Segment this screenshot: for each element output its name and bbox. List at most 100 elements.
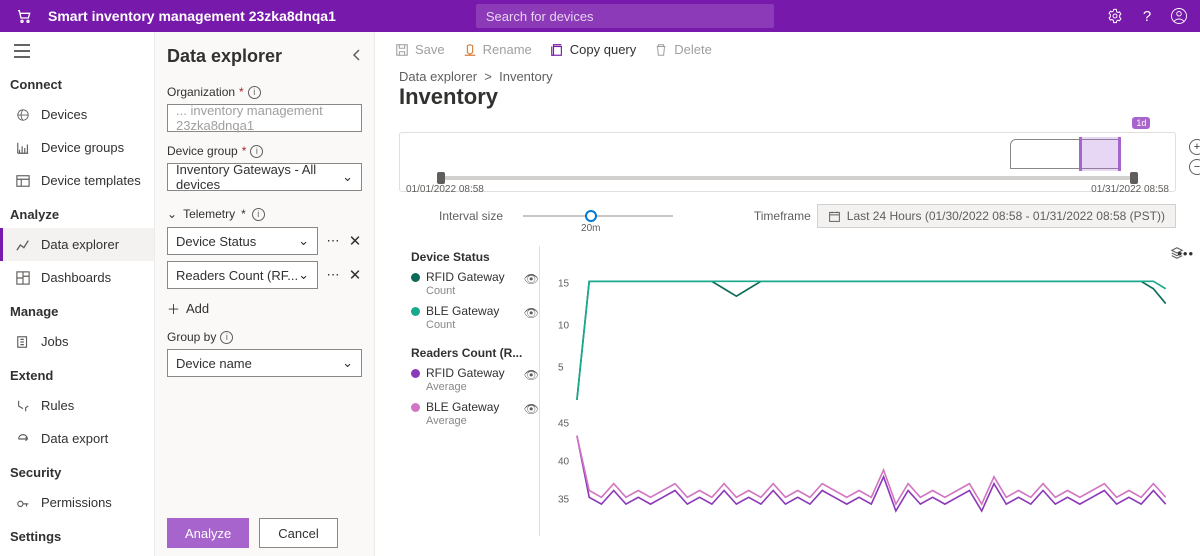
legend-item[interactable]: RFID GatewayCount👁 [411,270,539,298]
chart-plot: ••• 15 10 5 45 40 35 [539,246,1176,536]
interval-slider[interactable]: 20m [523,209,673,223]
telemetry-select-2[interactable]: Readers Count (RF...⌄ [167,261,318,289]
page-title: Inventory [375,84,1200,120]
overview-start: 01/01/2022 08:58 [406,184,484,195]
collapse-panel-icon[interactable] [348,46,366,64]
timeframe-label: Timeframe [754,209,811,223]
copy-query-button[interactable]: Copy query [550,42,636,57]
legend-item[interactable]: BLE GatewayAverage👁 [411,400,539,428]
chevron-right-icon: > [481,69,499,84]
telemetry-more-icon[interactable]: ⋯ [324,233,342,249]
legend-item[interactable]: RFID GatewayAverage👁 [411,366,539,394]
chevron-down-icon: ⌄ [298,267,309,283]
telemetry-remove-icon[interactable]: ✕ [348,232,362,250]
chevron-down-icon: ⌄ [342,355,353,371]
nav-item-dashboards[interactable]: Dashboards [0,261,154,294]
info-icon[interactable]: i [248,86,261,99]
delete-button[interactable]: Delete [654,42,712,57]
data-export-icon [15,431,31,447]
nav-item-rules[interactable]: Rules [0,389,154,422]
device-templates-icon [15,173,31,189]
info-icon[interactable]: i [250,145,263,158]
eye-icon[interactable]: 👁 [524,368,539,382]
slider-handle-right[interactable] [1130,172,1138,184]
eye-icon[interactable]: 👁 [524,306,539,320]
menu-toggle-icon[interactable] [0,38,154,67]
nav-item-jobs[interactable]: Jobs [0,325,154,358]
telemetry-label: ⌄ Telemetry*i [167,207,362,221]
legend-group-1: Device Status [411,250,539,264]
timeframe-picker[interactable]: Last 24 Hours (01/30/2022 08:58 - 01/31/… [817,204,1176,228]
chevron-down-icon: ⌄ [298,233,309,249]
interval-label: Interval size [439,209,503,223]
eye-icon[interactable]: 👁 [524,272,539,286]
legend-group-2: Readers Count (R... [411,346,539,360]
device-group-label: Device group*i [167,144,362,158]
dashboards-icon [15,270,31,286]
analyze-button[interactable]: Analyze [167,518,249,548]
interval-value: 20m [581,223,600,234]
info-icon[interactable]: i [252,208,265,221]
slider-thumb[interactable] [585,210,597,222]
permissions-icon [15,495,31,511]
app-logo-icon [0,8,48,24]
group-by-label: Group byi [167,330,362,344]
app-title: Smart inventory management 23zka8dnqa1 [48,8,336,24]
time-range-handle[interactable] [1079,137,1121,171]
nav-item-data-explorer[interactable]: Data explorer [0,228,154,261]
legend-item[interactable]: BLE GatewayCount👁 [411,304,539,332]
nav-section-analyze: Analyze [0,197,154,228]
account-icon[interactable] [1170,7,1188,25]
telemetry-select-1[interactable]: Device Status⌄ [167,227,318,255]
calendar-icon [828,210,841,223]
jobs-icon [15,334,31,350]
chart-more-icon[interactable]: ••• [1177,246,1194,261]
toolbar: Save Rename Copy query Delete [375,32,1200,65]
telemetry-more-icon[interactable]: ⋯ [324,267,342,283]
breadcrumb-leaf: Inventory [499,69,552,84]
nav-item-permissions[interactable]: Permissions [0,486,154,519]
nav-section-settings: Settings [0,519,154,550]
telemetry-remove-icon[interactable]: ✕ [348,266,362,284]
group-by-select[interactable]: Device name⌄ [167,349,362,377]
nav-item-devices[interactable]: Devices [0,98,154,131]
time-overview[interactable]: 1d 01/01/2022 08:58 01/31/2022 08:58 +− [399,132,1176,192]
nav-item-device-templates[interactable]: Device templates [0,164,154,197]
zoom-out-icon[interactable]: − [1189,159,1200,175]
chevron-down-icon: ⌄ [342,169,353,185]
device-groups-icon [15,140,31,156]
save-button[interactable]: Save [395,42,445,57]
nav-section-extend: Extend [0,358,154,389]
device-group-select[interactable]: Inventory Gateways - All devices⌄ [167,163,362,191]
search-input[interactable] [476,4,774,28]
help-icon[interactable]: ? [1138,7,1156,25]
nav-section-security: Security [0,455,154,486]
eye-icon[interactable]: 👁 [524,402,539,416]
rules-icon [15,398,31,414]
chart-legend: Device Status RFID GatewayCount👁 BLE Gat… [399,246,539,536]
breadcrumb: Data explorer > Inventory [375,65,1200,84]
add-telemetry-button[interactable]: ＋Add [167,299,362,318]
slider-handle-left[interactable] [437,172,445,184]
data-explorer-icon [15,237,31,253]
settings-gear-icon[interactable] [1106,7,1124,25]
plus-icon: ＋ [167,299,180,318]
rename-button[interactable]: Rename [463,42,532,57]
organization-field: ... inventory management 23zka8dnqa1 [167,104,362,132]
data-explorer-panel: Data explorer Organization*i ... invento… [155,32,375,556]
nav-item-data-export[interactable]: Data export [0,422,154,455]
devices-icon [15,107,31,123]
explorer-title: Data explorer [167,46,362,67]
cancel-button[interactable]: Cancel [259,518,337,548]
chevron-down-icon[interactable]: ⌄ [167,207,177,221]
nav-section-connect: Connect [0,67,154,98]
left-nav: Connect Devices Device groups Device tem… [0,32,155,556]
breadcrumb-root[interactable]: Data explorer [399,69,477,84]
zoom-in-icon[interactable]: + [1189,139,1200,155]
organization-label: Organization*i [167,85,362,99]
main-content: Save Rename Copy query Delete Data explo… [375,32,1200,556]
range-badge: 1d [1132,117,1150,129]
overview-end: 01/31/2022 08:58 [1091,184,1169,195]
nav-item-device-groups[interactable]: Device groups [0,131,154,164]
info-icon[interactable]: i [220,331,233,344]
